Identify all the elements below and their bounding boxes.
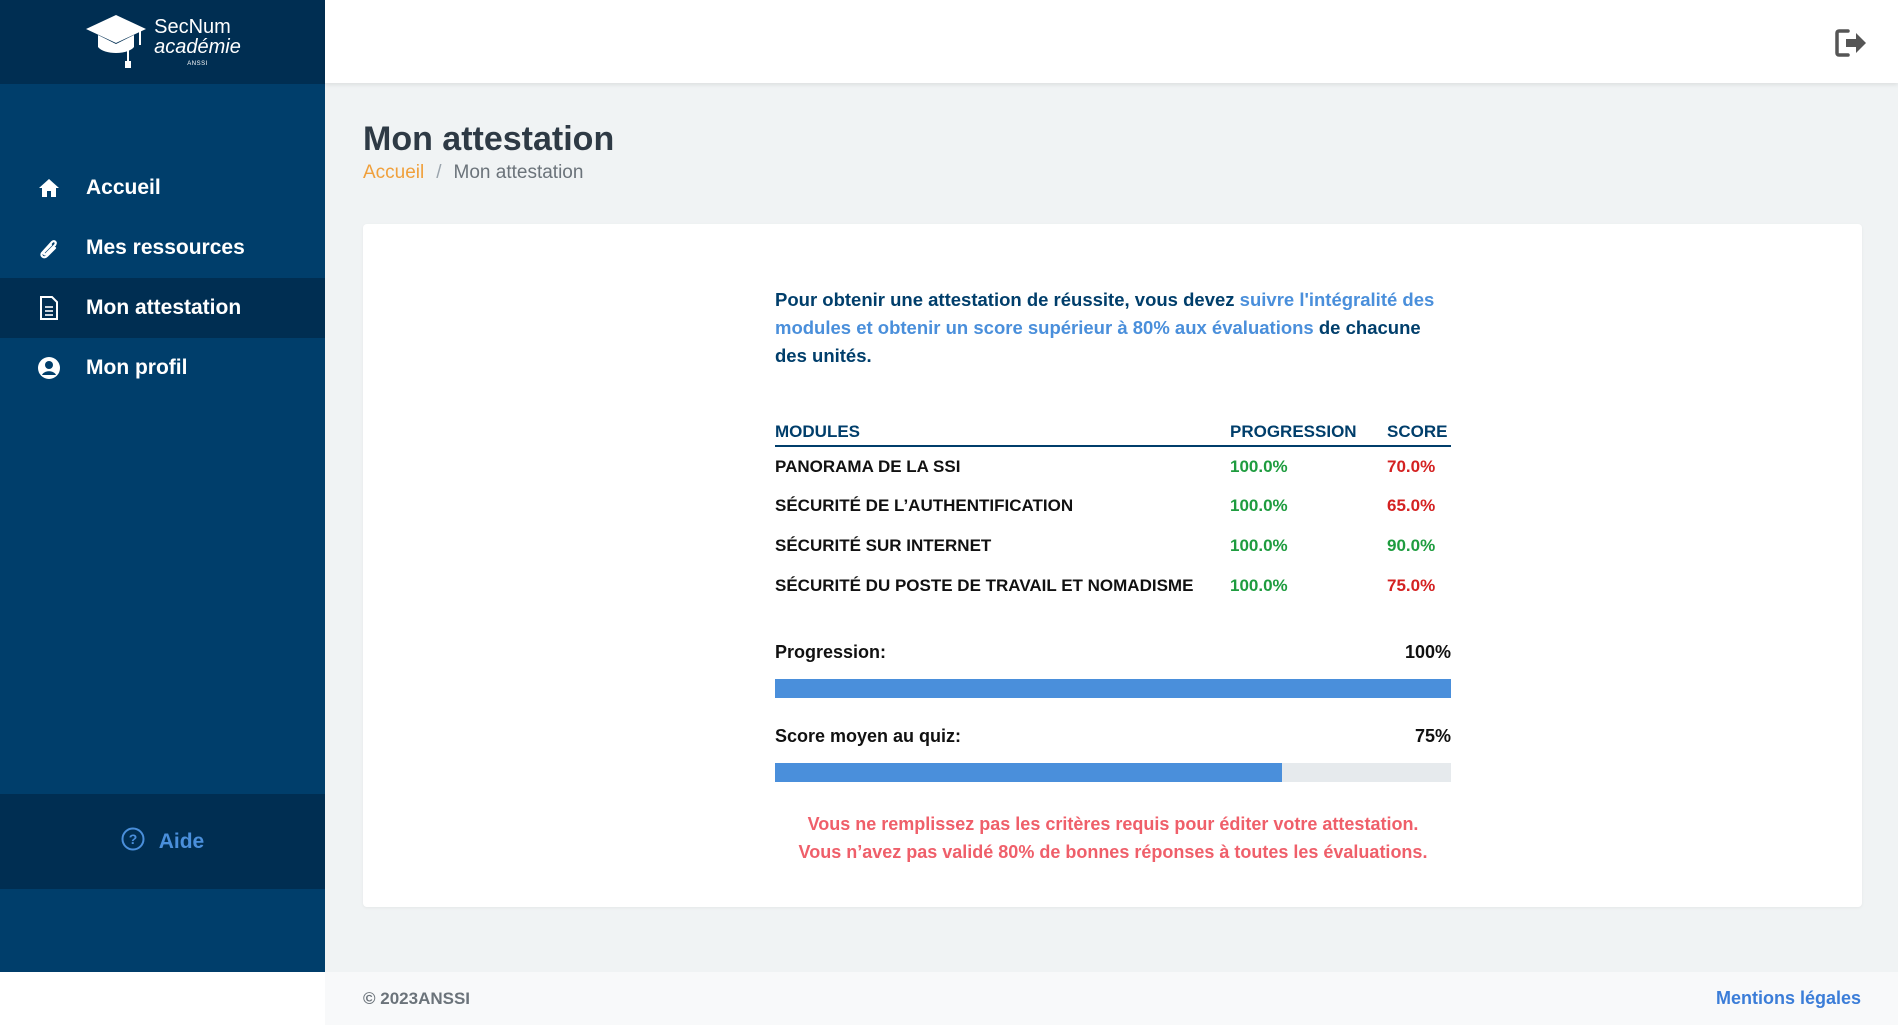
sidebar-item-accueil[interactable]: Accueil [0,158,325,218]
column-header-progression: PROGRESSION [1230,422,1387,447]
modules-table: MODULES PROGRESSION SCORE PANORAMA DE LA… [775,422,1451,606]
sidebar-item-mon-attestation[interactable]: Mon attestation [0,278,325,338]
sidebar-item-label: Mon attestation [86,296,242,319]
logout-icon[interactable] [1834,28,1868,58]
column-header-modules: MODULES [775,422,1230,447]
module-progression: 100.0% [1230,456,1288,476]
breadcrumb-separator: / [436,162,442,183]
progression-section: Progression: 100% [775,642,1451,698]
progression-bar [775,679,1451,698]
warning-line: Vous n’avez pas validé 80% de bonnes rép… [798,842,1428,862]
module-score: 70.0% [1387,456,1436,476]
progression-bar-fill [775,679,1451,698]
quiz-score-label: Score moyen au quiz: [775,726,962,746]
quiz-score-value: 75% [1414,726,1451,746]
main-content: Mon attestation Accueil / Mon attestatio… [325,83,1898,972]
module-progression: 100.0% [1230,496,1288,515]
logo-org: ANSSI [187,61,208,67]
breadcrumb: Accueil / Mon attestation [363,162,583,184]
user-circle-icon [36,355,62,381]
module-name: SÉCURITÉ DU POSTE DE TRAVAIL ET NOMADISM… [775,576,1194,595]
table-row: SÉCURITÉ SUR INTERNET 100.0% 90.0% [775,526,1451,566]
graduation-cap-icon [84,11,148,74]
module-progression: 100.0% [1230,576,1288,595]
quiz-score-bar-fill [775,763,1282,782]
breadcrumb-current: Mon attestation [453,162,584,183]
sidebar-nav: Accueil Mes ressources Mon attestation M… [0,158,325,398]
logo[interactable]: SecNum académie ANSSI [0,0,325,84]
table-row: SÉCURITÉ DE L’AUTHENTIFICATION 100.0% 65… [775,486,1451,526]
paperclip-icon [36,235,62,261]
module-score: 65.0% [1387,496,1436,515]
module-name: SÉCURITÉ DE L’AUTHENTIFICATION [775,496,1074,515]
logo-subtitle: académie [154,36,241,58]
breadcrumb-home-link[interactable]: Accueil [363,162,424,184]
table-row: SÉCURITÉ DU POSTE DE TRAVAIL ET NOMADISM… [775,566,1451,606]
help-label: Aide [158,829,205,853]
progression-value: 100% [1404,642,1451,662]
page-title: Mon attestation [363,120,615,158]
document-icon [36,295,62,321]
question-circle-icon: ? [121,827,145,856]
intro-text: Pour obtenir une attestation de réussite… [775,289,1435,366]
logo-title: SecNum [154,16,231,38]
module-name: PANORAMA DE LA SSI [775,456,961,476]
sidebar-item-label: Mes ressources [86,236,245,259]
module-progression: 100.0% [1230,536,1288,555]
column-header-score: SCORE [1387,422,1451,447]
warning-line: Vous ne remplissez pas les critères requ… [807,814,1419,834]
sidebar-item-mes-ressources[interactable]: Mes ressources [0,218,325,278]
help-button[interactable]: ? Aide [0,794,325,889]
sidebar-item-mon-profil[interactable]: Mon profil [0,338,325,398]
module-score: 90.0% [1387,536,1436,555]
quiz-score-bar [775,763,1451,782]
attestation-card: Pour obtenir une attestation de réussite… [363,224,1862,907]
sidebar-item-label: Mon profil [86,356,188,379]
requirements-warning: Vous ne remplissez pas les critères requ… [775,810,1451,866]
progression-label: Progression: [775,642,887,662]
table-row: PANORAMA DE LA SSI 100.0% 70.0% [775,446,1451,486]
svg-text:?: ? [128,831,137,847]
footer: © 2023ANSSI Mentions légales [325,972,1898,1025]
sidebar: SecNum académie ANSSI Accueil Mes ressou… [0,0,325,972]
module-score: 75.0% [1387,576,1436,595]
legal-notice-link[interactable]: Mentions légales [1716,988,1861,1009]
home-icon [36,175,62,201]
quiz-section: Score moyen au quiz: 75% [775,726,1451,782]
topbar [325,0,1898,83]
copyright: © 2023ANSSI [363,988,471,1008]
sidebar-item-label: Accueil [86,176,161,199]
table-header-row: MODULES PROGRESSION SCORE [775,422,1451,447]
module-name: SÉCURITÉ SUR INTERNET [775,536,992,555]
